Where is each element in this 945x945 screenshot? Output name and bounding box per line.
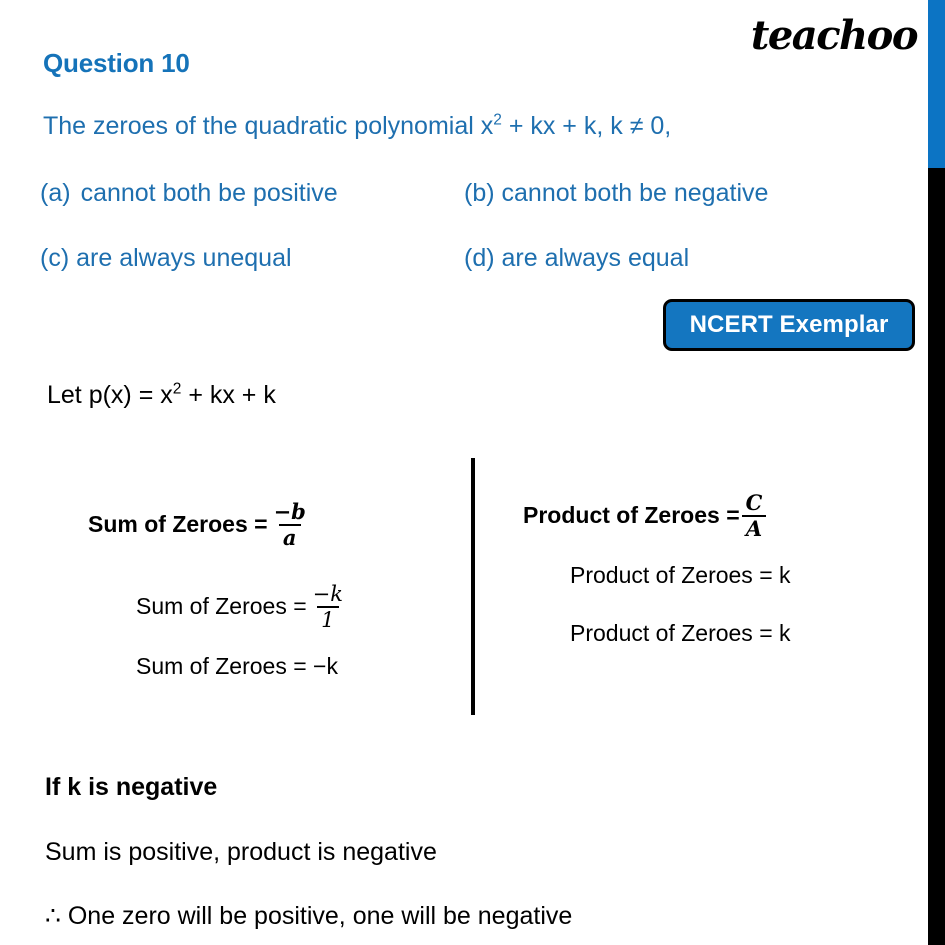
fraction-c-over-a: C A (741, 490, 767, 540)
let-polynomial-line: Let p(x) = x2 + kx + k (47, 381, 276, 410)
product-of-zeroes-step-2: Product of Zeroes = k (570, 620, 791, 646)
let-prefix: Let p(x) = x (47, 381, 173, 409)
fraction-numerator: −k (312, 582, 343, 606)
fraction-denominator: A (741, 515, 767, 540)
fraction-minus-b-over-a: −b a (270, 499, 310, 549)
option-d[interactable]: (d) are always equal (464, 244, 689, 273)
option-c[interactable]: (c) are always unequal (40, 244, 292, 273)
question-statement-prefix: The zeroes of the quadratic polynomial x (43, 112, 494, 140)
question-heading: Question 10 (43, 48, 190, 78)
sum-of-zeroes-step-1: Sum of Zeroes = −k 1 (136, 582, 349, 631)
product-of-zeroes-step-1: Product of Zeroes = k (570, 562, 791, 588)
question-statement: The zeroes of the quadratic polynomial x… (43, 112, 671, 141)
sum-of-zeroes-formula: Sum of Zeroes = −b a (88, 500, 312, 548)
fraction-numerator: −b (273, 499, 306, 524)
column-divider (471, 458, 475, 715)
sum-of-zeroes-step-2: Sum of Zeroes = −k (136, 653, 338, 679)
product-of-zeroes-formula-label: Product of Zeroes = (523, 501, 740, 528)
fraction-denominator: 1 (317, 606, 339, 631)
option-d-label: (d) (464, 244, 495, 272)
fraction-numerator: C (745, 490, 763, 515)
let-suffix: + kx + k (181, 381, 276, 409)
product-of-zeroes-formula: Product of Zeroes = C A (523, 490, 768, 540)
exponent-two: 2 (493, 111, 502, 129)
ncert-exemplar-badge-label: NCERT Exemplar (689, 311, 889, 338)
option-b[interactable]: (b) cannot both be negative (464, 179, 768, 208)
option-a-text: cannot both be positive (80, 179, 338, 207)
worksheet-page: teachoo Question 10 The zeroes of the qu… (0, 0, 945, 945)
option-a-label: (a) (40, 179, 71, 207)
option-b-label: (b) (464, 179, 495, 207)
option-c-label: (c) (40, 244, 70, 272)
option-c-text: are always unequal (76, 244, 292, 272)
fraction-minus-k-over-one: −k 1 (309, 583, 347, 631)
fraction-denominator: a (278, 524, 301, 549)
conclusion-result: ∴ One zero will be positive, one will be… (45, 902, 573, 930)
ncert-exemplar-badge: NCERT Exemplar (663, 299, 915, 351)
option-a[interactable]: (a) cannot both be positive (40, 179, 338, 208)
teachoo-logo: teachoo (750, 12, 919, 59)
scrollbar-track[interactable] (928, 0, 945, 945)
sum-product-observation: Sum is positive, product is negative (45, 838, 437, 866)
case-heading-k-negative: If k is negative (45, 773, 218, 801)
sum-of-zeroes-step-1-label: Sum of Zeroes = (136, 592, 307, 619)
option-d-text: are always equal (501, 244, 690, 272)
question-statement-suffix: + kx + k, k ≠ 0, (501, 112, 672, 140)
sum-of-zeroes-formula-label: Sum of Zeroes = (88, 510, 268, 537)
scrollbar-thumb[interactable] (928, 0, 945, 168)
option-b-text: cannot both be negative (501, 179, 769, 207)
